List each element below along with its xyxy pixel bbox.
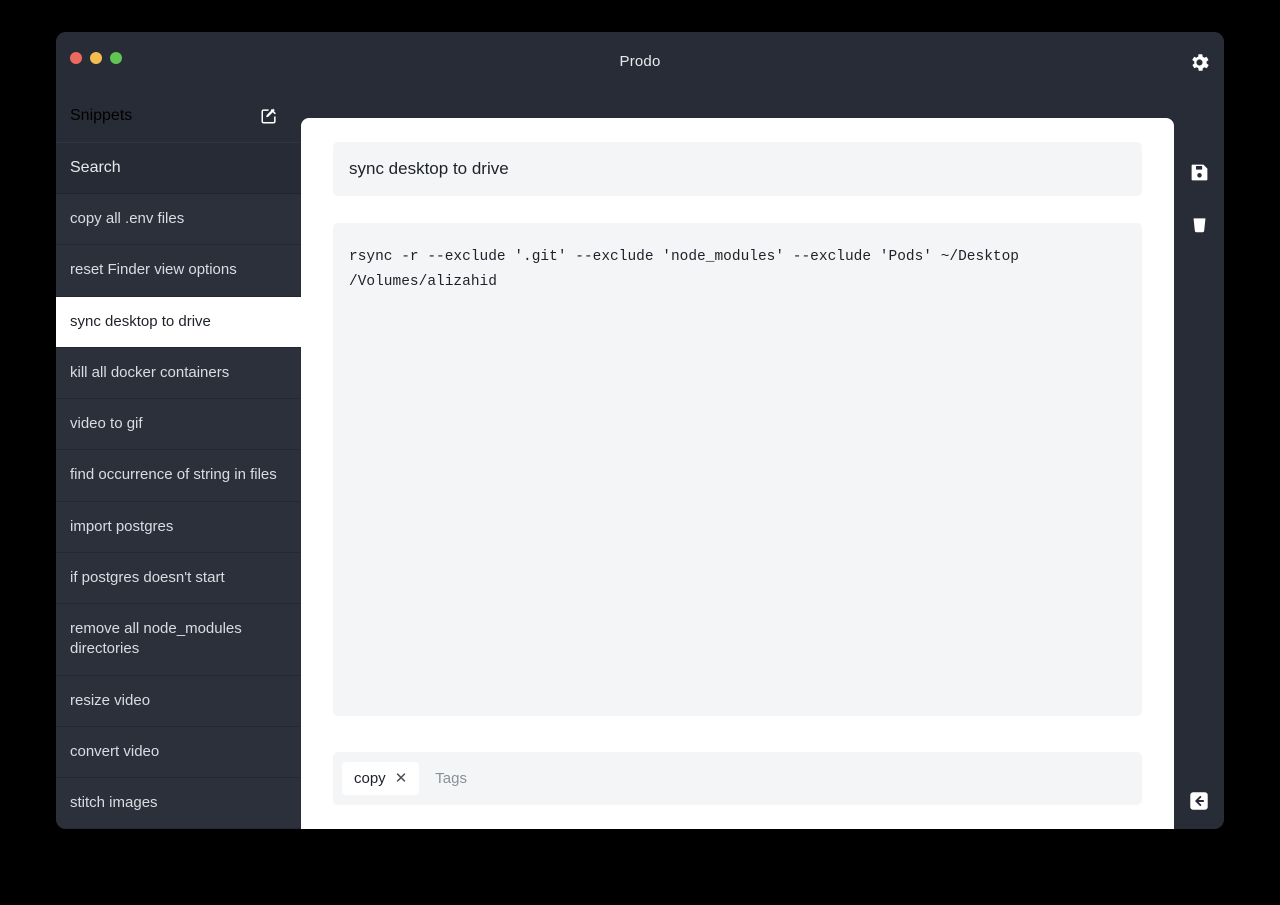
tag-label: copy xyxy=(354,770,386,787)
window-body: Snippets copy all .env filesreset Finder… xyxy=(56,53,1224,829)
editor-panel: rsync -r --exclude '.git' --exclude 'nod… xyxy=(301,118,1174,829)
floppy-disk-icon[interactable] xyxy=(1187,160,1211,184)
snippet-list-item[interactable]: reset Finder view options xyxy=(56,245,301,297)
main-area: rsync -r --exclude '.git' --exclude 'nod… xyxy=(301,53,1224,829)
snippet-list-item[interactable]: stitch images xyxy=(56,778,301,829)
collapse-row xyxy=(1174,789,1224,813)
rail-buttons xyxy=(1187,90,1211,236)
search-input[interactable] xyxy=(70,159,287,177)
sidebar-heading: Snippets xyxy=(70,107,133,124)
snippet-list-item[interactable]: sync desktop to drive xyxy=(56,296,301,348)
tag-chip[interactable]: copy ✕ xyxy=(342,762,420,795)
snippet-list-item[interactable]: convert video xyxy=(56,726,301,778)
snippet-list-item[interactable]: resize video xyxy=(56,675,301,727)
arrow-left-box-icon[interactable] xyxy=(1187,789,1211,813)
trash-icon[interactable] xyxy=(1187,212,1211,236)
snippet-list-item[interactable]: if postgres doesn't start xyxy=(56,552,301,604)
gear-icon[interactable] xyxy=(1187,50,1211,74)
snippet-list-item[interactable]: remove all node_modules directories xyxy=(56,604,301,676)
remove-tag-icon[interactable]: ✕ xyxy=(395,771,408,786)
snippet-title-input[interactable] xyxy=(333,142,1142,196)
app-window: Prodo Snippets copy all .env filesreset … xyxy=(56,32,1224,829)
snippet-list[interactable]: copy all .env files reset Finder view opt… xyxy=(56,194,301,829)
compose-icon[interactable] xyxy=(259,106,279,126)
snippet-list-item[interactable]: import postgres xyxy=(56,501,301,553)
window-title: Prodo xyxy=(619,52,661,70)
sidebar-header: Snippets xyxy=(56,90,301,142)
right-toolbar xyxy=(1174,53,1224,829)
title-bar: Prodo xyxy=(56,32,1224,90)
snippet-list-item[interactable]: find occurrence of string in files xyxy=(56,450,301,502)
snippet-list-item[interactable]: video to gif xyxy=(56,399,301,451)
snippet-list-item[interactable]: kill all docker containers xyxy=(56,347,301,399)
tags-input[interactable] xyxy=(425,770,1133,787)
search-row[interactable] xyxy=(56,142,301,194)
tags-bar[interactable]: copy ✕ xyxy=(333,752,1142,805)
settings-row xyxy=(1174,50,1224,74)
snippet-code-editor[interactable]: rsync -r --exclude '.git' --exclude 'nod… xyxy=(333,223,1142,716)
sidebar: Snippets copy all .env filesreset Finder… xyxy=(56,90,301,829)
snippet-list-item[interactable]: copy all .env files xyxy=(56,194,301,246)
